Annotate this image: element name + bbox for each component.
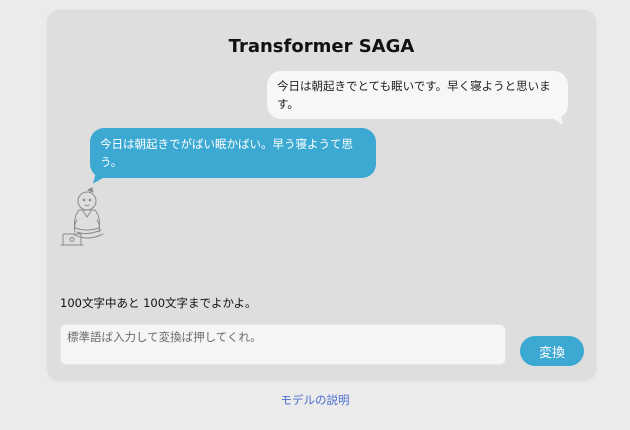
bot-message-bubble: 今日は朝起きでがばい眠かばい。早う寝ようて思う。 bbox=[90, 128, 376, 187]
chat-card: Transformer SAGA 今日は朝起きでとても眠いです。早く寝ようと思い… bbox=[47, 10, 596, 380]
user-message-bubble: 今日は朝起きでとても眠いです。早く寝ようと思います。 bbox=[267, 71, 568, 128]
char-count-status: 100文字中あと 100文字までよかよ。 bbox=[60, 296, 257, 310]
page-title: Transformer SAGA bbox=[228, 36, 415, 57]
bubble-tail bbox=[551, 115, 564, 128]
bot-message-text: 今日は朝起きでがばい眠かばい。早う寝ようて思う。 bbox=[100, 137, 353, 169]
model-description-link[interactable]: モデルの説明 bbox=[0, 392, 630, 408]
samurai-with-laptop-icon bbox=[60, 187, 104, 246]
bubble-tail bbox=[92, 174, 105, 187]
text-input[interactable] bbox=[60, 324, 506, 365]
convert-button[interactable]: 変換 bbox=[520, 336, 584, 366]
user-message-text: 今日は朝起きでとても眠いです。早く寝ようと思います。 bbox=[277, 79, 551, 111]
